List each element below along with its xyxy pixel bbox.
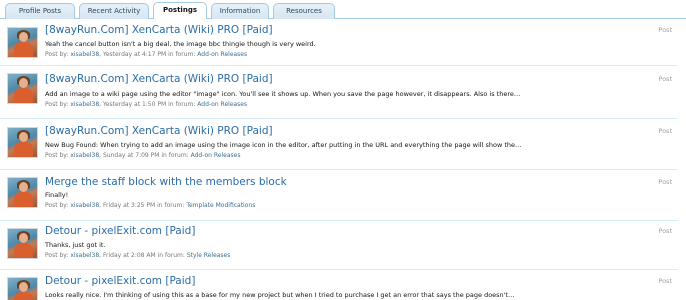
avatar[interactable] — [7, 127, 38, 158]
post-meta: Post by: xisabel38, Friday at 2:08 AM in… — [45, 252, 231, 259]
forum-link[interactable]: Style Releases — [187, 252, 231, 259]
post-time: Yesterday at 1:50 PM — [102, 101, 167, 108]
tab-profile-posts[interactable]: Profile Posts — [5, 3, 75, 19]
meta-in: in forum: — [168, 51, 196, 58]
content-type-label: Post — [658, 227, 672, 235]
author-link[interactable]: xisabel38 — [70, 152, 99, 159]
post-time: Sunday at 7:09 PM — [102, 152, 160, 159]
post-time: Friday at 3:25 PM — [102, 202, 156, 209]
content-type-label: Post — [658, 178, 672, 186]
avatar[interactable] — [7, 177, 38, 208]
divider — [0, 65, 678, 66]
post-snippet: Yeah the cancel button isn't a big deal,… — [45, 40, 316, 48]
post-snippet: Looks really nice. I'm thinking of using… — [45, 291, 515, 299]
post-title-link[interactable]: Detour - pixelExit.com [Paid] — [45, 225, 195, 237]
forum-link[interactable]: Template Modifications — [186, 202, 255, 209]
post-snippet: Thanks, just got it. — [45, 241, 106, 249]
avatar[interactable] — [7, 277, 38, 300]
meta-in: in forum: — [168, 101, 196, 108]
avatar[interactable] — [7, 73, 38, 104]
avatar[interactable] — [7, 27, 38, 58]
meta-prefix: Post by: — [45, 51, 69, 58]
forum-link[interactable]: Add-on Releases — [197, 51, 247, 58]
post-time: Yesterday at 4:17 PM — [102, 51, 167, 58]
post-title-link[interactable]: [8wayRun.Com] XenCarta (Wiki) PRO [Paid] — [45, 125, 273, 137]
tab-postings[interactable]: Postings — [153, 2, 207, 19]
meta-in: in forum: — [157, 202, 185, 209]
meta-prefix: Post by: — [45, 101, 69, 108]
meta-prefix: Post by: — [45, 202, 69, 209]
profile-tabs: Profile Posts Recent Activity Postings I… — [0, 0, 686, 19]
post-snippet: Add an image to a wiki page using the ed… — [45, 90, 521, 98]
divider — [0, 269, 678, 270]
post-title-link[interactable]: Merge the staff block with the members b… — [45, 176, 287, 188]
content-type-label: Post — [658, 75, 672, 83]
author-link[interactable]: xisabel38 — [70, 101, 99, 108]
post-meta: Post by: xisabel38, Yesterday at 4:17 PM… — [45, 51, 248, 58]
content-type-label: Post — [658, 277, 672, 285]
meta-in: in forum: — [161, 152, 189, 159]
post-meta: Post by: xisabel38, Sunday at 7:09 PM in… — [45, 152, 241, 159]
divider — [0, 220, 678, 221]
tab-resources[interactable]: Resources — [273, 3, 335, 19]
divider — [0, 169, 678, 170]
meta-in: in forum: — [157, 252, 185, 259]
post-meta: Post by: xisabel38, Yesterday at 1:50 PM… — [45, 101, 248, 108]
post-title-link[interactable]: [8wayRun.Com] XenCarta (Wiki) PRO [Paid] — [45, 24, 273, 36]
content-type-label: Post — [658, 127, 672, 135]
divider — [0, 118, 678, 119]
avatar[interactable] — [7, 228, 38, 259]
forum-link[interactable]: Add-on Releases — [197, 101, 247, 108]
meta-prefix: Post by: — [45, 152, 69, 159]
meta-prefix: Post by: — [45, 252, 69, 259]
author-link[interactable]: xisabel38 — [70, 51, 99, 58]
content-type-label: Post — [658, 26, 672, 34]
author-link[interactable]: xisabel38 — [70, 202, 99, 209]
forum-link[interactable]: Add-on Releases — [191, 152, 241, 159]
post-snippet: New Bug Found: When trying to add an ima… — [45, 141, 522, 149]
post-meta: Post by: xisabel38, Friday at 3:25 PM in… — [45, 202, 256, 209]
tab-information[interactable]: Information — [211, 3, 269, 19]
author-link[interactable]: xisabel38 — [70, 252, 99, 259]
tab-recent-activity[interactable]: Recent Activity — [79, 3, 149, 19]
post-snippet: Finally! — [45, 191, 69, 199]
post-time: Friday at 2:08 AM — [102, 252, 156, 259]
post-title-link[interactable]: Detour - pixelExit.com [Paid] — [45, 275, 195, 287]
post-title-link[interactable]: [8wayRun.Com] XenCarta (Wiki) PRO [Paid] — [45, 73, 273, 85]
